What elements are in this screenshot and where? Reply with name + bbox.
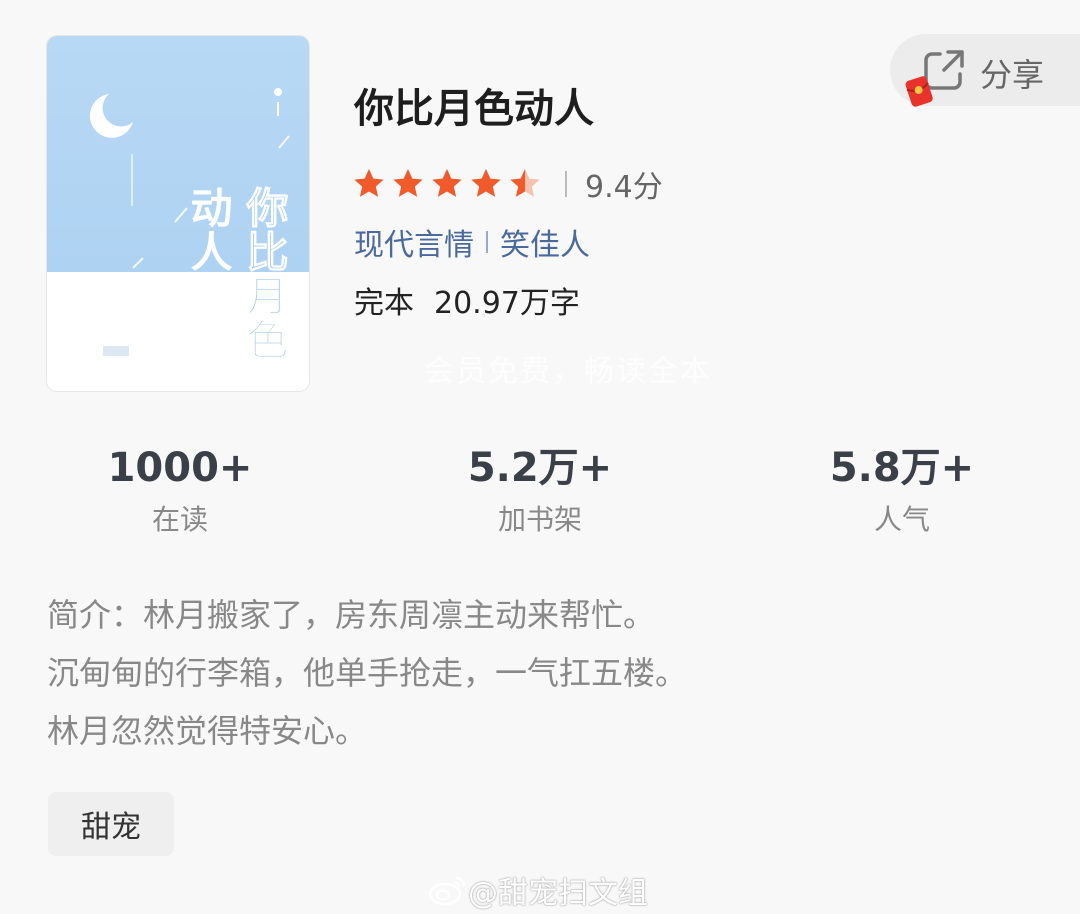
- status-text: 完本: [354, 286, 414, 321]
- share-button[interactable]: 分享: [890, 34, 1080, 107]
- rating-row: 9.4分: [352, 166, 663, 205]
- stat-bookshelf: 5.2万+ 加书架: [420, 444, 660, 538]
- red-packet-icon: [905, 76, 933, 107]
- stat-label: 在读: [151, 503, 208, 536]
- stat-reading: 1000+ 在读: [60, 444, 300, 538]
- category-link[interactable]: 现代言情: [354, 220, 474, 264]
- star-rating: [352, 167, 547, 201]
- star-icon: [471, 169, 501, 197]
- cover-title-line1: 你比月色: [240, 186, 290, 363]
- description-line: 沉甸甸的行李箱，他单手抢走，一气扛五楼。: [47, 654, 688, 692]
- weibo-icon: [428, 876, 466, 906]
- star-icon: [510, 169, 540, 197]
- meta-line: 现代言情 笑佳人: [354, 220, 590, 264]
- star-icon: [432, 169, 462, 197]
- moon-icon: [89, 94, 133, 138]
- rating-divider: [565, 171, 567, 197]
- stat-value: 1000+: [107, 445, 253, 491]
- book-title: 你比月色动人: [354, 86, 594, 132]
- tag-chip[interactable]: 甜宠: [48, 792, 174, 856]
- stat-popularity: 5.8万+ 人气: [782, 444, 1022, 538]
- overlay-text: 会员免费，畅读全本: [424, 354, 712, 389]
- stat-label: 人气: [873, 503, 930, 536]
- share-label: 分享: [980, 56, 1045, 94]
- cover-title-line2: 动人: [184, 186, 233, 274]
- author-link[interactable]: 笑佳人: [500, 220, 590, 264]
- stat-value: 5.8万+: [829, 445, 975, 491]
- book-description[interactable]: 简介：林月搬家了，房东周凛主动来帮忙。 沉甸甸的行李箱，他单手抢走，一气扛五楼。…: [47, 586, 1047, 760]
- score-text: 9.4分: [585, 170, 663, 205]
- description-line: 林月忽然觉得特安心。: [47, 712, 368, 750]
- watermark: @甜宠扫文组: [428, 868, 648, 912]
- star-icon: [393, 169, 423, 197]
- stat-label: 加书架: [497, 503, 582, 536]
- word-count: 20.97万字: [434, 286, 580, 321]
- watermark-text: @甜宠扫文组: [468, 876, 648, 911]
- meta-divider: [486, 231, 488, 253]
- book-status-line: 完本 20.97万字: [354, 278, 580, 322]
- star-icon: [354, 169, 384, 197]
- stat-value: 5.2万+: [467, 445, 613, 491]
- book-cover[interactable]: 动人 你比月色: [47, 36, 309, 391]
- description-line: 简介：林月搬家了，房东周凛主动来帮忙。: [47, 596, 656, 634]
